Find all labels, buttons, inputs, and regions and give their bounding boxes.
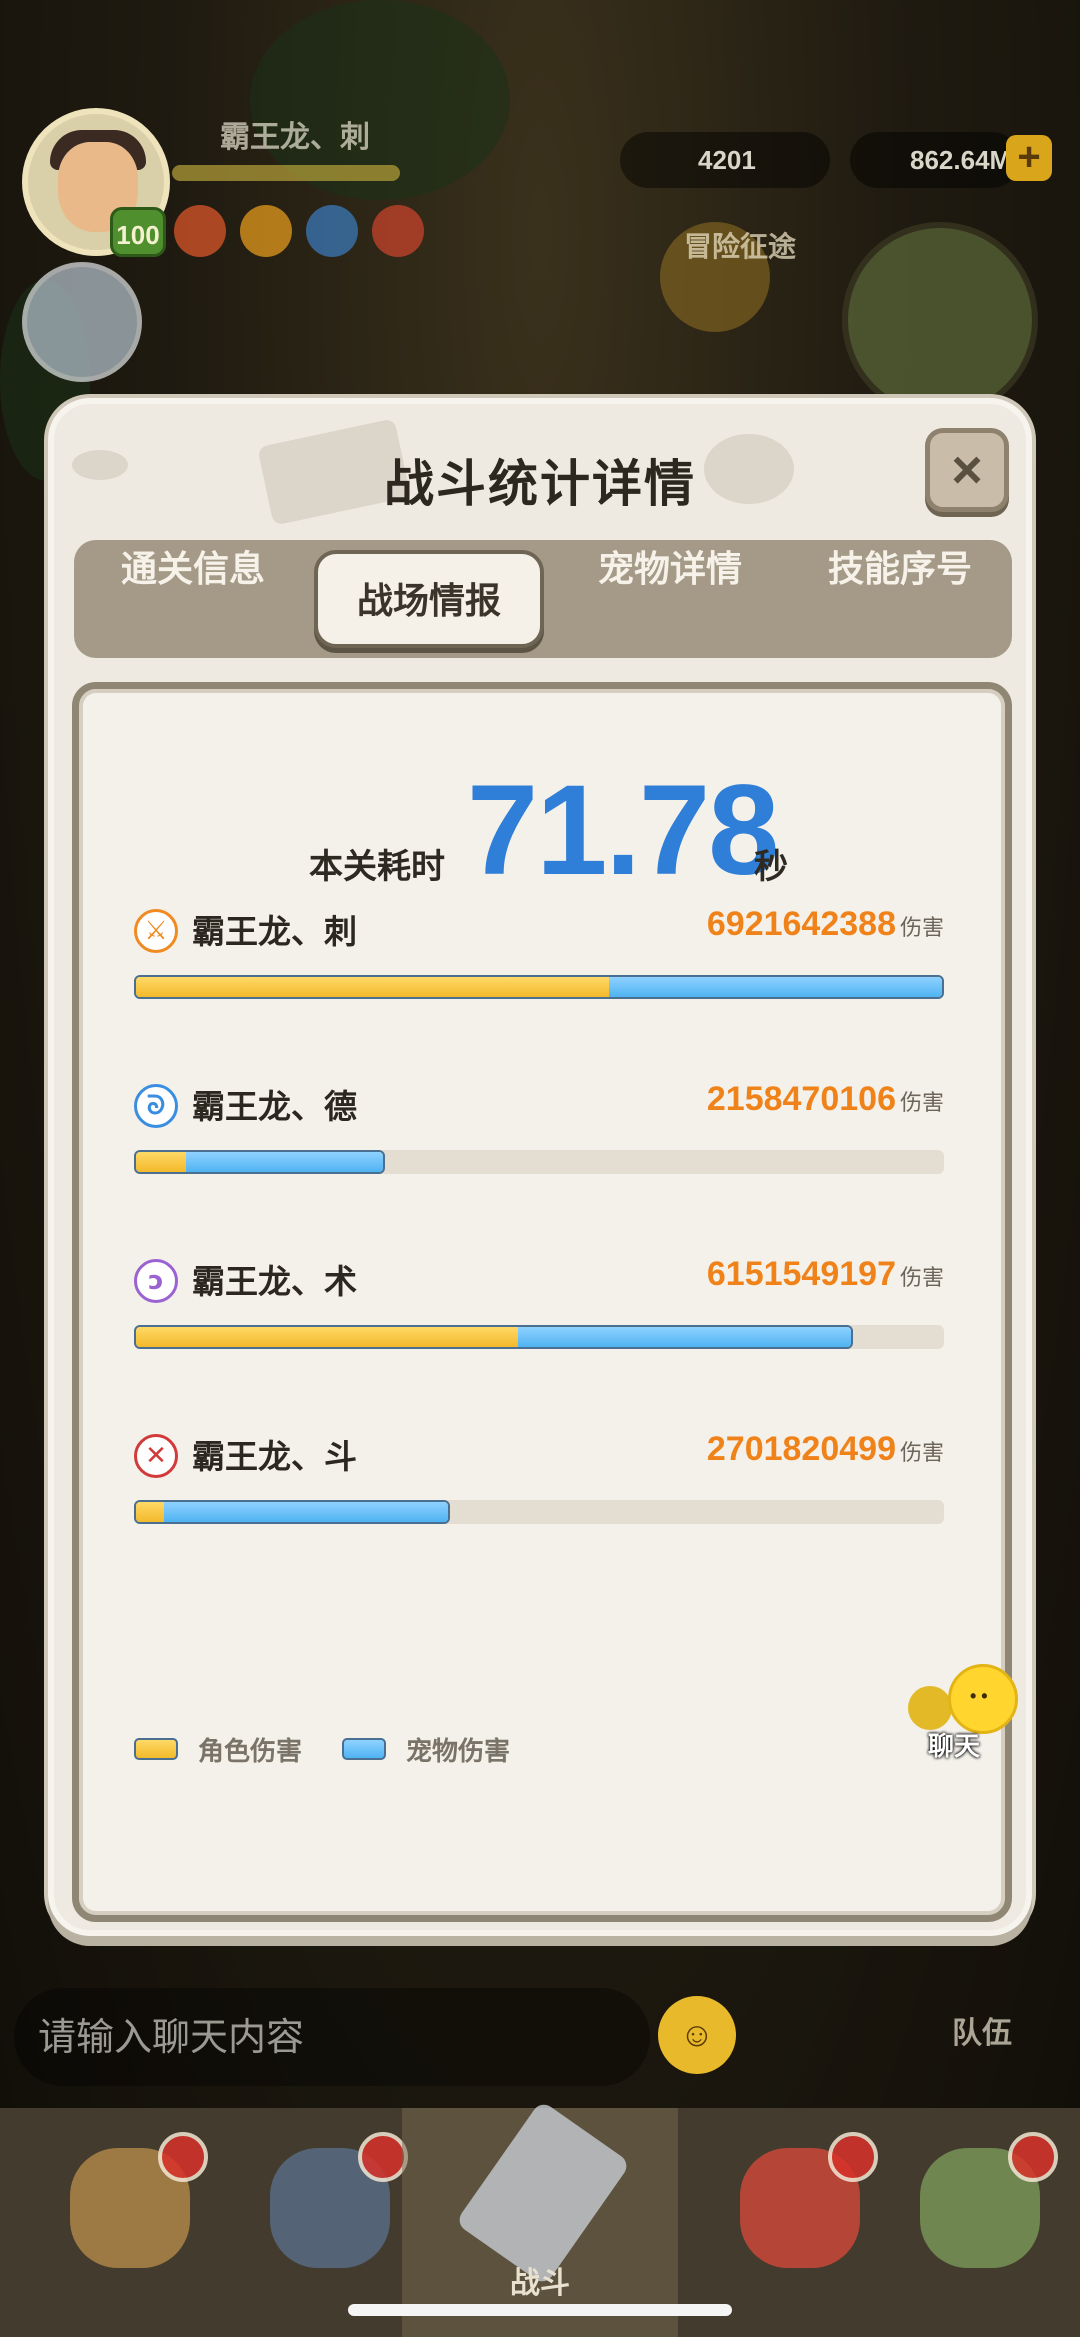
modal-title: 战斗统计详情 [384,455,696,513]
player-name: 霸王龙、刺 [220,120,370,155]
damage-number: 2701820499 [706,1430,896,1468]
emoji-button[interactable]: ☺ [658,1996,736,2074]
legend-item-role: 角色伤害 [134,1731,302,1768]
damage-unit: 伤害 [899,1266,944,1291]
damage-unit: 伤害 [899,1091,944,1116]
adventure-label[interactable]: 冒险征途 [650,225,830,265]
damage-bar [134,975,944,999]
smiley-icon: ☺ [679,2015,715,2054]
damage-value: 2701820499 伤害 [707,1430,944,1469]
teammate-avatar[interactable] [22,262,142,382]
damage-number: 6921642388 [706,905,896,943]
add-resource-button[interactable]: + [1006,135,1052,181]
tab-skill-order[interactable]: 技能序号 [790,540,1010,658]
nav-item-character-2[interactable] [230,2128,430,2308]
damage-value: 2158470106 伤害 [707,1080,944,1119]
damage-value: 6151549197 伤害 [707,1255,944,1294]
clear-time-label: 本关耗时 [309,847,445,887]
close-button[interactable]: × [925,428,1009,512]
damage-bar [134,1325,854,1349]
notification-bell-icon [828,2132,878,2182]
nav-item-battle[interactable]: 战斗 [402,2100,678,2337]
pet-damage-segment [517,1327,852,1347]
player-name: 霸王龙、斗 [192,1437,357,1476]
class-glyph: ᘐ [146,1091,166,1121]
damage-number: 2158470106 [706,1080,896,1118]
legend-swatch-role [134,1738,178,1760]
legend-label-role: 角色伤害 [198,1736,303,1767]
pet-damage-segment [609,977,942,997]
damage-row: ↄ 霸王龙、术 6151549197 伤害 [134,1251,944,1371]
damage-row: ✕ 霸王龙、斗 2701820499 伤害 [134,1426,944,1546]
class-glyph: ✕ [145,1441,167,1471]
team-button[interactable]: 队伍 [952,2008,1012,2052]
notification-bell-icon [1008,2132,1058,2182]
chat-input[interactable]: 请输入聊天内容 [14,1988,650,2086]
tab-battlefield-intel[interactable]: 战场情报 [314,550,544,648]
legend-label-pet: 宠物伤害 [406,1736,511,1767]
role-damage-segment [136,1327,518,1347]
clear-time-unit: 秒 [754,847,788,887]
legend: 角色伤害 宠物伤害 [134,1729,550,1769]
damage-bar [134,1150,386,1174]
class-glyph: ↄ [148,1266,164,1296]
player-name: 霸王龙、德 [192,1087,357,1126]
spiral-class-icon: ↄ [134,1259,178,1303]
damage-bar [134,1500,450,1524]
resource-egg[interactable]: 4201 [620,132,830,188]
damage-row: ⚔ 霸王龙、刺 6921642388 伤害 [134,901,944,1021]
player-exp-bar [172,165,400,181]
home-indicator[interactable] [348,2304,732,2316]
damage-bar-track [134,975,944,999]
battle-intel-panel: 本关耗时 71.78 秒 ⚔ 霸王龙、刺 6921642388 伤害 ᘐ 霸王龙、德 215… [72,682,1012,1922]
role-damage-segment [136,1502,164,1522]
legend-item-pet: 宠物伤害 [342,1731,510,1768]
battle-stats-modal: 战斗统计详情 × 通关信息 战场情报 宠物详情 技能序号 本关耗时 71.78 … [48,398,1032,1936]
player-name: 霸王龙、刺 [192,912,357,951]
damage-bar-track [134,1325,944,1349]
resource-egg-value: 4201 [698,145,756,175]
minimap[interactable] [842,222,1038,418]
class-glyph: ⚔ [144,916,168,946]
player-name: 霸王龙、术 [192,1262,357,1301]
clear-time-value: 71.78 [467,759,779,902]
pet-damage-segment [186,1152,384,1172]
fist-class-icon: ✕ [134,1434,178,1478]
damage-unit: 伤害 [899,1441,944,1466]
buff-icon[interactable] [372,205,424,257]
clear-time: 本关耗时 71.78 秒 [79,739,1005,902]
nav-item-character-1[interactable] [30,2128,230,2308]
notification-bell-icon [158,2132,208,2182]
chat-float-label: 聊天 [928,1732,981,1762]
tab-pet-details[interactable]: 宠物详情 [554,540,786,658]
resource-gem-value: 862.64M [910,145,1012,175]
wind-class-icon: ᘐ [134,1084,178,1128]
legend-swatch-pet [342,1738,387,1760]
tab-clear-info[interactable]: 通关信息 [84,540,302,658]
sword-class-icon: ⚔ [134,909,178,953]
chat-blob-icon [908,1686,952,1730]
buff-icon[interactable] [306,205,358,257]
smiley-face: • • [970,1686,988,1706]
damage-unit: 伤害 [899,916,944,941]
resource-gem[interactable]: 862.64M [850,132,1020,188]
role-damage-segment [136,977,610,997]
nav-item-pet[interactable] [700,2128,900,2308]
buff-icon[interactable] [240,205,292,257]
damage-bar-track [134,1150,944,1174]
damage-number: 6151549197 [706,1255,896,1293]
role-damage-segment [136,1152,187,1172]
damage-bar-track [134,1500,944,1524]
buff-icon[interactable] [174,205,226,257]
nav-battle-label: 战斗 [510,2266,570,2301]
damage-value: 6921642388 伤害 [707,905,944,944]
tab-bar: 通关信息 战场情报 宠物详情 技能序号 [74,540,1012,658]
level-badge: 100 [110,207,166,257]
close-icon: × [951,440,983,500]
notification-bell-icon [358,2132,408,2182]
chat-float-button[interactable]: • • 聊天 [908,1660,1028,1762]
pet-damage-segment [163,1502,448,1522]
nav-item-guild[interactable] [880,2128,1080,2308]
damage-row: ᘐ 霸王龙、德 2158470106 伤害 [134,1076,944,1196]
